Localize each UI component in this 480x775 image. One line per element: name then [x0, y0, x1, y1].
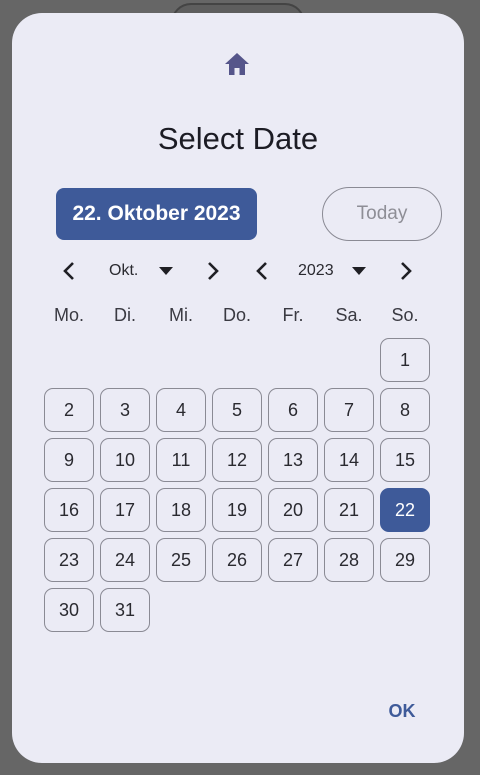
calendar-day[interactable]: 7 — [324, 388, 374, 432]
calendar-day[interactable]: 30 — [44, 588, 94, 632]
calendar-day[interactable]: 18 — [156, 488, 206, 532]
calendar-day[interactable]: 29 — [380, 538, 430, 582]
month-year-navigation: Okt. 2023 — [0, 256, 480, 286]
calendar-day[interactable]: 10 — [100, 438, 150, 482]
calendar-day[interactable]: 23 — [44, 538, 94, 582]
calendar-day[interactable]: 17 — [100, 488, 150, 532]
calendar-day[interactable]: 13 — [268, 438, 318, 482]
calendar-day[interactable]: 20 — [268, 488, 318, 532]
calendar-day[interactable]: 25 — [156, 538, 206, 582]
year-select[interactable]: 2023 — [298, 256, 334, 286]
home-icon[interactable] — [224, 52, 250, 76]
weekday-label: Sa. — [335, 305, 363, 325]
today-button[interactable]: Today — [322, 187, 442, 241]
prev-year-icon[interactable] — [248, 256, 276, 286]
month-dropdown-icon[interactable] — [157, 256, 175, 286]
year-dropdown-icon[interactable] — [350, 256, 368, 286]
calendar-day[interactable]: 27 — [268, 538, 318, 582]
calendar-day[interactable]: 6 — [268, 388, 318, 432]
calendar-day[interactable]: 28 — [324, 538, 374, 582]
weekday-label: Mi. — [169, 305, 193, 325]
prev-month-icon[interactable] — [55, 256, 83, 286]
calendar-day[interactable]: 4 — [156, 388, 206, 432]
calendar-day[interactable]: 5 — [212, 388, 262, 432]
weekday-label: Mo. — [53, 305, 84, 325]
ok-button[interactable]: OK — [377, 693, 427, 729]
weekday-label: Di. — [114, 305, 136, 325]
calendar-day[interactable]: 21 — [324, 488, 374, 532]
weekday-label: Fr. — [282, 305, 304, 325]
month-select[interactable]: Okt. — [109, 256, 138, 286]
next-month-icon[interactable] — [199, 256, 227, 286]
calendar-day[interactable]: 16 — [44, 488, 94, 532]
calendar-day-selected[interactable]: 22 — [380, 488, 430, 532]
calendar-day[interactable]: 19 — [212, 488, 262, 532]
calendar-day[interactable]: 11 — [156, 438, 206, 482]
calendar-day[interactable]: 2 — [44, 388, 94, 432]
calendar-day[interactable]: 9 — [44, 438, 94, 482]
calendar-day[interactable]: 26 — [212, 538, 262, 582]
calendar-day[interactable]: 24 — [100, 538, 150, 582]
calendar-day[interactable]: 15 — [380, 438, 430, 482]
next-year-icon[interactable] — [392, 256, 420, 286]
weekday-label: So. — [391, 305, 419, 325]
dialog-title: Select Date — [157, 121, 319, 156]
calendar-day[interactable]: 31 — [100, 588, 150, 632]
calendar-day[interactable]: 12 — [212, 438, 262, 482]
calendar-day[interactable]: 3 — [100, 388, 150, 432]
calendar-day[interactable]: 1 — [380, 338, 430, 382]
calendar-day[interactable]: 14 — [324, 438, 374, 482]
selected-date-chip[interactable]: 22. Oktober 2023 — [56, 188, 257, 240]
weekday-label: Do. — [222, 305, 251, 325]
calendar-day[interactable]: 8 — [380, 388, 430, 432]
